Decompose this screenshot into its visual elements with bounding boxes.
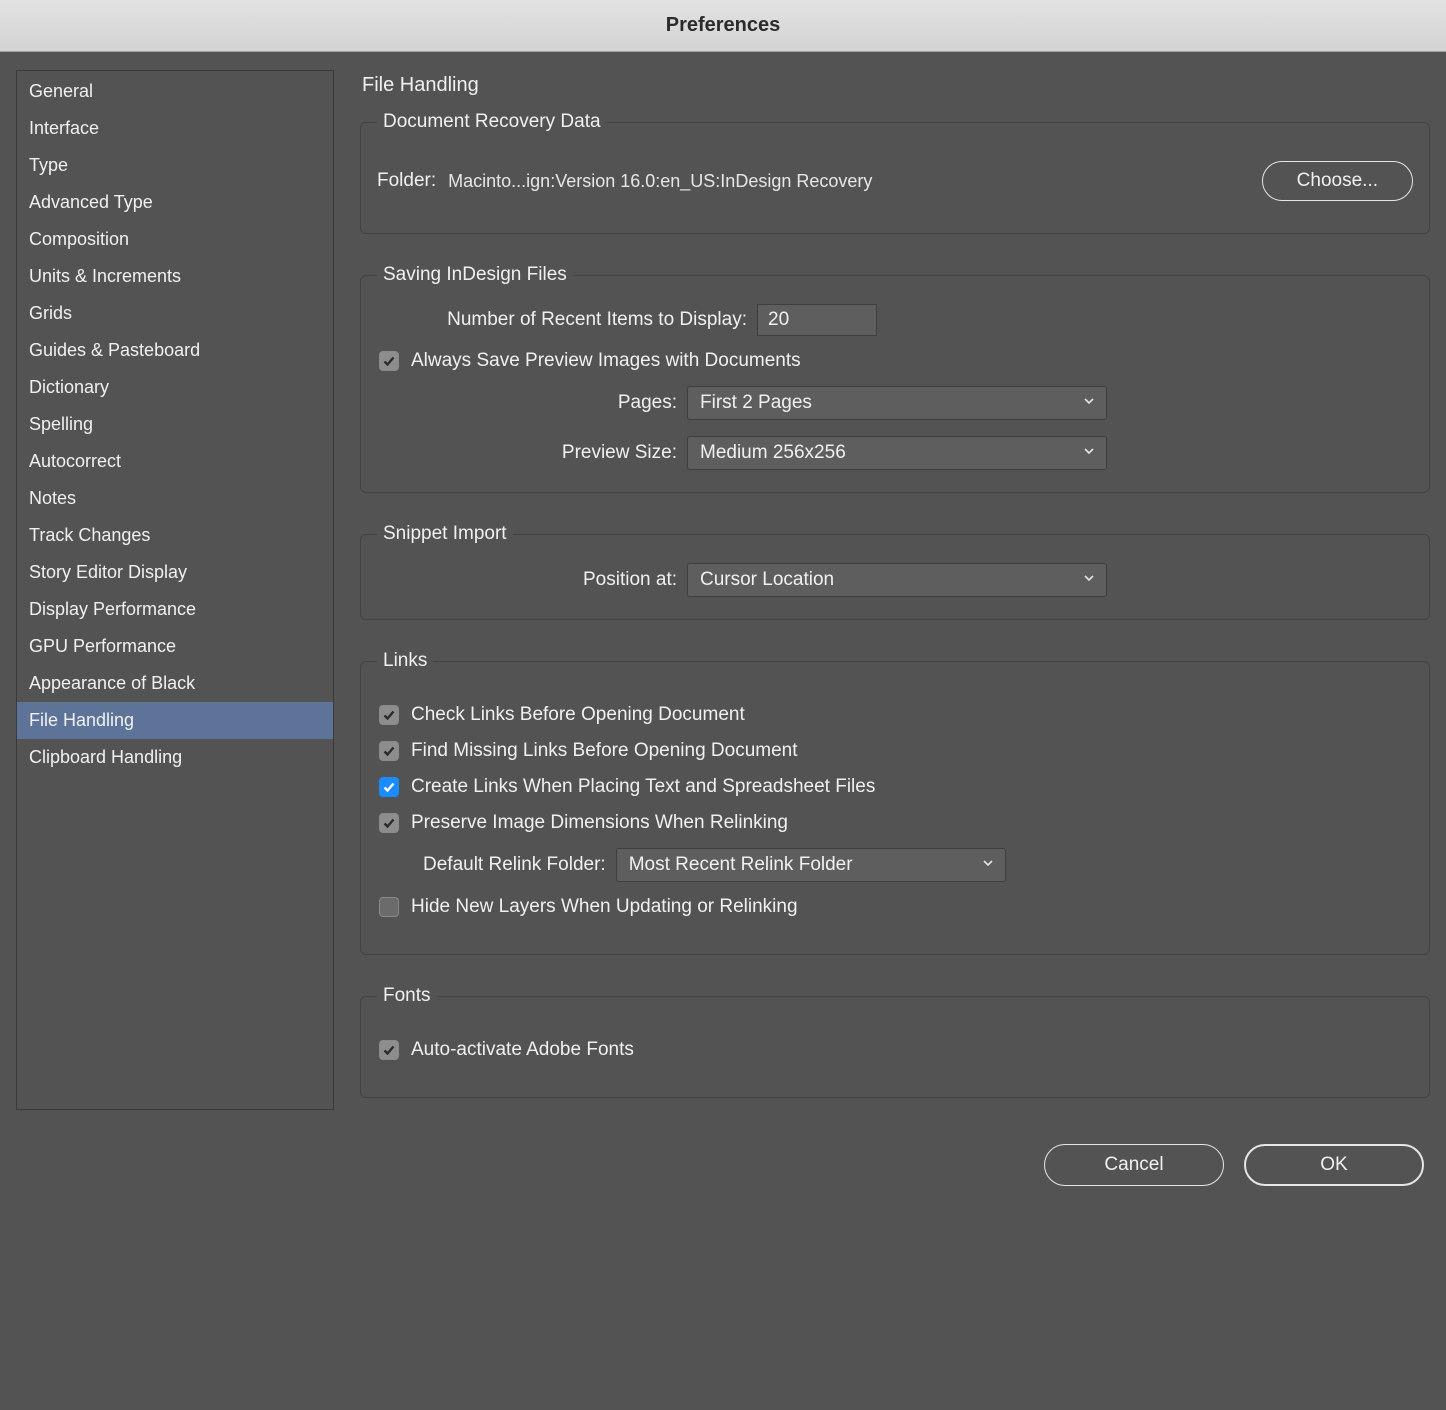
main-panel: File Handling Document Recovery Data Fol… — [360, 70, 1430, 1110]
default-relink-select[interactable]: Most Recent Relink Folder — [616, 848, 1006, 882]
chevron-down-icon — [1082, 392, 1096, 414]
preview-size-label: Preview Size: — [377, 442, 677, 464]
preview-size-select[interactable]: Medium 256x256 — [687, 436, 1107, 470]
fonts-group: Fonts Auto-activate Adobe Fonts — [360, 985, 1430, 1098]
folder-label: Folder: — [377, 170, 436, 192]
preserve-dimensions-checkbox[interactable] — [379, 813, 399, 833]
sidebar-item-grids[interactable]: Grids — [17, 295, 333, 332]
sidebar-item-type[interactable]: Type — [17, 147, 333, 184]
dialog-footer: Cancel OK — [0, 1126, 1446, 1212]
auto-activate-fonts-label: Auto-activate Adobe Fonts — [411, 1039, 634, 1061]
sidebar-item-units-increments[interactable]: Units & Increments — [17, 258, 333, 295]
choose-folder-button[interactable]: Choose... — [1262, 161, 1413, 201]
always-save-preview-checkbox[interactable] — [379, 351, 399, 371]
pages-value: First 2 Pages — [700, 392, 812, 414]
document-recovery-group: Document Recovery Data Folder: Macinto..… — [360, 111, 1430, 234]
chevron-down-icon — [1082, 569, 1096, 591]
chevron-down-icon — [1082, 442, 1096, 464]
preserve-dimensions-label: Preserve Image Dimensions When Relinking — [411, 812, 788, 834]
sidebar-item-composition[interactable]: Composition — [17, 221, 333, 258]
sidebar-item-appearance-of-black[interactable]: Appearance of Black — [17, 665, 333, 702]
auto-activate-fonts-checkbox[interactable] — [379, 1040, 399, 1060]
preview-size-value: Medium 256x256 — [700, 442, 846, 464]
sidebar-item-autocorrect[interactable]: Autocorrect — [17, 443, 333, 480]
sidebar-item-track-changes[interactable]: Track Changes — [17, 517, 333, 554]
hide-new-layers-label: Hide New Layers When Updating or Relinki… — [411, 896, 798, 918]
sidebar-item-gpu-performance[interactable]: GPU Performance — [17, 628, 333, 665]
snippet-import-group: Snippet Import Position at: Cursor Locat… — [360, 523, 1430, 620]
sidebar-item-interface[interactable]: Interface — [17, 110, 333, 147]
ok-button[interactable]: OK — [1244, 1144, 1424, 1186]
sidebar-item-file-handling[interactable]: File Handling — [17, 702, 333, 739]
category-sidebar: General Interface Type Advanced Type Com… — [16, 70, 334, 1110]
pages-label: Pages: — [377, 392, 677, 414]
panel-title: File Handling — [362, 74, 1430, 97]
window-title: Preferences — [0, 0, 1446, 52]
links-group: Links Check Links Before Opening Documen… — [360, 650, 1430, 955]
sidebar-item-guides-pasteboard[interactable]: Guides & Pasteboard — [17, 332, 333, 369]
position-at-label: Position at: — [377, 569, 677, 591]
sidebar-item-notes[interactable]: Notes — [17, 480, 333, 517]
sidebar-item-dictionary[interactable]: Dictionary — [17, 369, 333, 406]
find-missing-links-label: Find Missing Links Before Opening Docume… — [411, 740, 798, 762]
document-recovery-legend: Document Recovery Data — [377, 111, 607, 133]
check-links-label: Check Links Before Opening Document — [411, 704, 745, 726]
sidebar-item-advanced-type[interactable]: Advanced Type — [17, 184, 333, 221]
sidebar-item-general[interactable]: General — [17, 73, 333, 110]
chevron-down-icon — [981, 854, 995, 876]
sidebar-item-display-performance[interactable]: Display Performance — [17, 591, 333, 628]
recent-items-label: Number of Recent Items to Display: — [377, 309, 747, 331]
cancel-button[interactable]: Cancel — [1044, 1144, 1224, 1186]
position-at-value: Cursor Location — [700, 569, 834, 591]
recent-items-input[interactable] — [757, 304, 877, 336]
hide-new-layers-checkbox[interactable] — [379, 897, 399, 917]
folder-path: Macinto...ign:Version 16.0:en_US:InDesig… — [448, 171, 1250, 192]
saving-files-group: Saving InDesign Files Number of Recent I… — [360, 264, 1430, 493]
sidebar-item-story-editor-display[interactable]: Story Editor Display — [17, 554, 333, 591]
pages-select[interactable]: First 2 Pages — [687, 386, 1107, 420]
preferences-body: General Interface Type Advanced Type Com… — [0, 52, 1446, 1126]
saving-files-legend: Saving InDesign Files — [377, 264, 573, 286]
default-relink-label: Default Relink Folder: — [423, 854, 606, 876]
snippet-import-legend: Snippet Import — [377, 523, 513, 545]
links-legend: Links — [377, 650, 433, 672]
fonts-legend: Fonts — [377, 985, 437, 1007]
default-relink-value: Most Recent Relink Folder — [629, 854, 853, 876]
sidebar-item-clipboard-handling[interactable]: Clipboard Handling — [17, 739, 333, 776]
sidebar-item-spelling[interactable]: Spelling — [17, 406, 333, 443]
find-missing-links-checkbox[interactable] — [379, 741, 399, 761]
always-save-preview-label: Always Save Preview Images with Document… — [411, 350, 801, 372]
position-at-select[interactable]: Cursor Location — [687, 563, 1107, 597]
create-links-label: Create Links When Placing Text and Sprea… — [411, 776, 875, 798]
check-links-checkbox[interactable] — [379, 705, 399, 725]
create-links-checkbox[interactable] — [379, 777, 399, 797]
